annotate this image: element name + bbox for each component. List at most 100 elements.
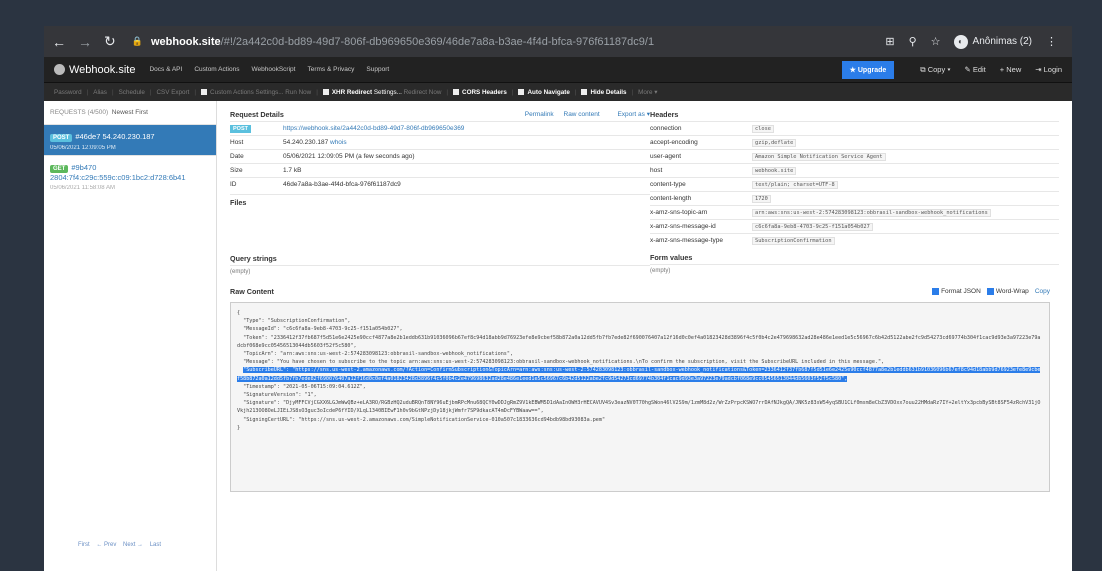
raw-content-body[interactable]: { "Type": "SubscriptionConfirmation", "M… [230, 302, 1050, 492]
export-menu[interactable]: Export as ▾ [609, 111, 650, 118]
auto-navigate-checkbox[interactable] [518, 89, 525, 95]
login-button[interactable]: ⇥ Login [1035, 65, 1062, 74]
section-title: Request Details [230, 109, 284, 119]
custom-actions-checkbox[interactable] [201, 89, 208, 95]
header-value: close [752, 125, 774, 133]
cors-checkbox[interactable] [453, 89, 460, 95]
back-arrow-icon[interactable]: ← [52, 34, 66, 50]
next-page-link[interactable]: Next → [123, 542, 143, 548]
copy-menu[interactable]: ⧉ Copy ▾ [920, 65, 950, 75]
nav-link-webhookscript[interactable]: WebhookScript [252, 66, 296, 73]
header-row: accept-encoding gzip,deflate [650, 135, 1059, 150]
custom-actions-settings[interactable]: Custom Actions Settings... [210, 89, 284, 96]
run-now-button[interactable]: Run Now [285, 89, 311, 96]
main-area: REQUESTS (4/500) Newest First POST #46de7… [44, 101, 1072, 571]
star-icon[interactable]: ☆ [931, 35, 941, 48]
files-label: Files [230, 197, 247, 207]
header-name: connection [650, 121, 752, 136]
first-page-link[interactable]: First [78, 542, 90, 548]
xhr-redirect-label: XHR Redirect [331, 88, 373, 96]
date-value: 05/06/2021 12:09:05 PM (a few seconds ag… [283, 149, 650, 164]
browser-chrome: ← → ↻ 🔒 webhook.site/#!/2a442c0d-bd89-49… [44, 26, 1072, 57]
format-json-checkbox[interactable] [932, 287, 940, 295]
request-item[interactable]: POST #46de7 54.240.230.187 05/06/2021 12:… [44, 124, 216, 155]
new-button[interactable]: + New [1000, 65, 1021, 74]
last-page-link[interactable]: Last [150, 542, 161, 548]
headers-table: connection close accept-encoding gzip,defl… [650, 121, 1059, 247]
app-navbar: Webhook.site Docs & API Custom Actions W… [44, 57, 1072, 82]
header-value: webhook.site [752, 167, 797, 175]
xhr-settings-button[interactable]: Settings... [374, 89, 402, 96]
zoom-icon[interactable]: ⚲ [909, 35, 917, 48]
request-host: 2804:7f4:c29c:559c:c09:1bc2:d728:6b41 [50, 173, 186, 182]
address-bar[interactable]: 🔒 webhook.site/#!/2a442c0d-bd89-49d7-806… [132, 36, 879, 48]
csv-export-button[interactable]: CSV Export [157, 89, 190, 96]
reload-icon[interactable]: ↻ [104, 33, 116, 50]
brand-logo-icon [54, 64, 65, 75]
password-button[interactable]: Password [54, 89, 82, 96]
sort-order-button[interactable]: Newest First [112, 109, 148, 116]
kebab-menu-icon[interactable]: ⋮ [1046, 35, 1057, 48]
query-title: Query strings [230, 253, 277, 263]
schedule-button[interactable]: Schedule [119, 89, 145, 96]
word-wrap-checkbox[interactable] [986, 287, 994, 295]
method-badge: GET [50, 165, 69, 173]
method-badge: POST [230, 125, 251, 133]
host-label: Host [230, 135, 283, 150]
nav-link-support[interactable]: Support [366, 66, 389, 73]
header-name: accept-encoding [650, 135, 752, 150]
upgrade-button[interactable]: ★ Upgrade [841, 60, 895, 79]
host-value: 54.240.230.187 [283, 139, 329, 146]
nav-link-custom-actions[interactable]: Custom Actions [194, 66, 239, 73]
nav-link-docs[interactable]: Docs & API [149, 66, 182, 73]
raw-content-title: Raw Content [230, 286, 274, 296]
lock-icon: 🔒 [131, 36, 143, 46]
edit-label: Edit [972, 65, 986, 74]
redirect-now-button[interactable]: Redirect Now [404, 89, 442, 96]
header-row: x-amz-sns-message-id c6c6fa8a-9eb8-4703-9… [650, 219, 1059, 234]
profile-label: Anônimas (2) [972, 36, 1032, 47]
pagination: First ← Prev Next → Last [78, 542, 166, 548]
xhr-redirect-checkbox[interactable] [322, 89, 329, 95]
more-menu[interactable]: More ▾ [638, 89, 657, 96]
request-url[interactable]: https://webhook.site/2a442c0d-bd89-49d7-… [283, 121, 650, 136]
sidebar-header: REQUESTS (4/500) Newest First [44, 101, 216, 124]
translate-icon[interactable]: ⊞ [885, 35, 894, 48]
request-time: 05/06/2021 12:09:05 PM [50, 145, 116, 151]
request-time: 05/06/2021 11:58:08 AM [50, 185, 115, 191]
edit-button[interactable]: ✎ Edit [964, 65, 985, 74]
url-path: /#!/2a442c0d-bd89-49d7-806f-db969650e369… [220, 35, 655, 48]
brand[interactable]: Webhook.site [54, 64, 135, 76]
incognito-icon: ◐ [953, 34, 968, 49]
header-row: host webhook.site [650, 163, 1059, 178]
method-badge: POST [50, 134, 73, 142]
cors-label: CORS Headers [462, 88, 507, 96]
permalink-link[interactable]: Permalink [525, 111, 554, 118]
header-name: user-agent [650, 149, 752, 164]
raw-content-link[interactable]: Raw content [564, 111, 600, 118]
header-row: user-agent Amazon Simple Notification Ser… [650, 149, 1059, 164]
header-name: x-amz-sns-topic-arn [650, 205, 752, 220]
export-label: Export as [617, 111, 645, 118]
hide-details-label: Hide Details [590, 88, 627, 96]
word-wrap-label: Word-Wrap [995, 287, 1029, 295]
size-value: 1.7 kB [283, 163, 650, 178]
url-host: webhook.site [150, 35, 221, 48]
prev-page-link[interactable]: ← Prev [96, 542, 116, 548]
request-summary: #46de7 54.240.230.187 [75, 132, 155, 141]
request-item[interactable]: GET #9b470 2804:7f4:c29c:559c:c09:1bc2:d7… [44, 155, 216, 198]
header-row: connection close [650, 121, 1059, 136]
upgrade-label: Upgrade [857, 66, 887, 74]
format-json-label: Format JSON [941, 287, 981, 295]
whois-link[interactable]: whois [330, 139, 347, 146]
id-value: 46de7a8a-b3ae-4f4d-bfca-976f61187dc9 [283, 177, 650, 191]
profile-button[interactable]: ◐ Anônimas (2) [953, 34, 1032, 49]
alias-button[interactable]: Alias [93, 89, 107, 96]
header-name: x-amz-sns-message-type [650, 233, 752, 247]
nav-link-terms[interactable]: Terms & Privacy [307, 66, 354, 73]
hide-details-checkbox[interactable] [581, 89, 588, 95]
copy-raw-button[interactable]: Copy [1035, 288, 1050, 295]
header-name: content-length [650, 191, 752, 206]
forward-arrow-icon[interactable]: → [78, 34, 92, 50]
header-value: 1720 [752, 195, 771, 203]
